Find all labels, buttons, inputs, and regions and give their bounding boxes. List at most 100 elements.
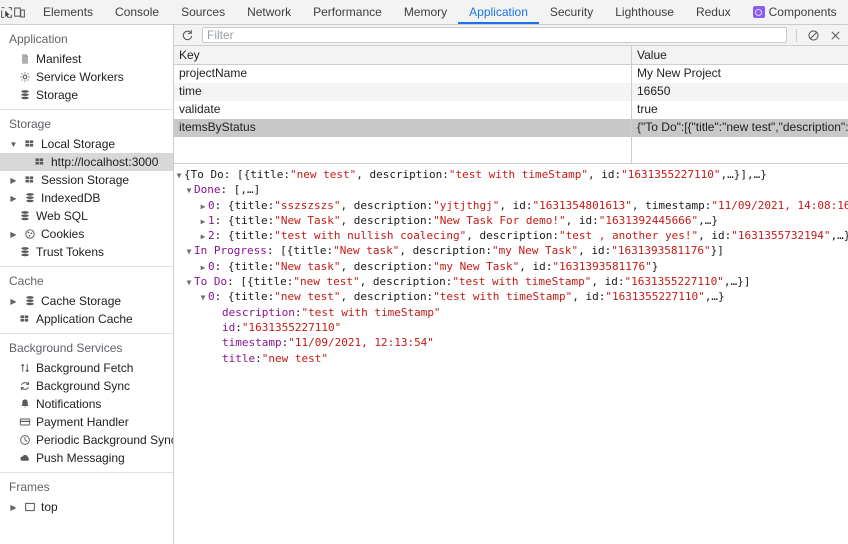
column-header-value[interactable]: Value — [632, 46, 848, 64]
json-token: "test , another yes!" — [559, 229, 699, 243]
document-icon — [18, 53, 31, 65]
sidebar-item-push-messaging[interactable]: Push Messaging — [0, 449, 173, 467]
chevron-down-icon[interactable] — [184, 244, 194, 259]
sidebar-section-background-services: Background Services Background Fetch Backg… — [0, 334, 173, 473]
sidebar-item-cookies[interactable]: ▶ Cookies — [0, 225, 173, 243]
sidebar-item-http-localhost-3000[interactable]: http://localhost:3000 — [0, 153, 173, 171]
json-tree-line[interactable]: Done: [,…] — [174, 182, 848, 197]
tab-redux[interactable]: Redux — [685, 0, 742, 24]
tab-memory[interactable]: Memory — [393, 0, 458, 24]
json-token: "sszszszs" — [274, 198, 341, 212]
chevron-down-icon[interactable] — [184, 183, 194, 198]
sidebar-item-background-sync[interactable]: Background Sync — [0, 377, 173, 395]
column-header-key[interactable]: Key — [174, 46, 632, 64]
sidebar-item-application-cache[interactable]: Application Cache — [0, 310, 173, 328]
sidebar-item-periodic-background-sync[interactable]: Periodic Background Sync — [0, 431, 173, 449]
json-token: "11/09/2021, 12:13:54" — [288, 336, 434, 350]
tab-performance[interactable]: Performance — [302, 0, 393, 24]
json-token: , timestamp: — [631, 198, 712, 212]
sidebar-item-manifest[interactable]: Manifest — [0, 50, 173, 68]
cell-value[interactable]: 16650 — [632, 83, 848, 101]
json-tree-line[interactable]: In Progress: [{title: "New task", descri… — [174, 243, 848, 258]
json-token: , id: — [565, 213, 599, 227]
tab-components[interactable]: Components — [742, 0, 848, 24]
table-row[interactable]: time 16650 — [174, 83, 848, 101]
json-token: : {title: — [214, 213, 275, 227]
chevron-down-icon[interactable]: ▼ — [9, 140, 18, 149]
inspect-element-icon[interactable] — [0, 0, 13, 24]
json-token: , id: — [591, 275, 625, 289]
chevron-right-icon[interactable]: ▶ — [9, 194, 18, 203]
sidebar-item-trust-tokens[interactable]: Trust Tokens — [0, 243, 173, 261]
sidebar-item-service-workers[interactable]: Service Workers — [0, 68, 173, 86]
json-tree-line[interactable]: id: "1631355227110" — [174, 320, 848, 335]
sidebar-item-storage[interactable]: Storage — [0, 86, 173, 104]
chevron-right-icon[interactable]: ▶ — [9, 297, 18, 306]
sidebar-item-label: Service Workers — [36, 70, 124, 84]
json-tree-line[interactable]: 1: {title: "New Task", description: "New… — [174, 213, 848, 228]
filter-input[interactable] — [207, 28, 782, 42]
chevron-right-icon[interactable] — [198, 214, 208, 229]
json-token: "new test" — [274, 290, 341, 304]
json-tree-line[interactable]: 0: {title: "New task", description: "my … — [174, 259, 848, 274]
chevron-right-icon[interactable] — [198, 229, 208, 244]
filter-box[interactable] — [202, 27, 787, 43]
storage-main-panel: Key Value projectNameMy New Projecttime1… — [174, 25, 848, 544]
tab-label: Security — [549, 5, 594, 19]
chevron-right-icon[interactable] — [198, 199, 208, 214]
json-tree-line[interactable]: To Do: [{title: "new test", description:… — [174, 274, 848, 289]
json-token: 2 — [208, 229, 215, 243]
cell-value[interactable]: {"To Do":[{"title":"new test","descripti… — [632, 119, 848, 137]
cell-key[interactable]: itemsByStatus — [174, 119, 632, 137]
table-row[interactable]: projectName My New Project — [174, 65, 848, 83]
chevron-right-icon[interactable] — [198, 260, 208, 275]
no-entry-icon[interactable] — [803, 26, 823, 45]
json-tree-line[interactable]: 0: {title: "sszszszs", description: "yjt… — [174, 198, 848, 213]
sidebar-item-session-storage[interactable]: ▶ Session Storage — [0, 171, 173, 189]
table-row[interactable]: itemsByStatus {"To Do":[{"title":"new tes… — [174, 119, 848, 137]
json-token: In Progress — [194, 244, 267, 258]
json-tree-line[interactable]: {To Do: [{title: "new test", description… — [174, 167, 848, 182]
device-toolbar-icon[interactable] — [13, 0, 26, 24]
chevron-down-icon[interactable] — [174, 168, 184, 183]
chevron-right-icon[interactable]: ▶ — [9, 176, 18, 185]
sidebar-item-local-storage[interactable]: ▼ Local Storage — [0, 135, 173, 153]
json-tree-line[interactable]: title: "new test" — [174, 351, 848, 366]
sidebar-item-top[interactable]: ▶ top — [0, 498, 173, 516]
close-x-icon[interactable] — [825, 26, 845, 45]
tab-security[interactable]: Security — [539, 0, 604, 24]
tab-sources[interactable]: Sources — [170, 0, 236, 24]
tab-lighthouse[interactable]: Lighthouse — [604, 0, 685, 24]
json-token: "my New Task" — [433, 259, 520, 273]
refresh-icon[interactable] — [177, 26, 197, 45]
json-token: ,…} — [698, 213, 718, 227]
sidebar-item-background-fetch[interactable]: Background Fetch — [0, 359, 173, 377]
tab-elements[interactable]: Elements — [32, 0, 104, 24]
tab-network[interactable]: Network — [236, 0, 302, 24]
json-tree-line[interactable]: 2: {title: "test with nullish coalecing"… — [174, 228, 848, 243]
chevron-right-icon[interactable]: ▶ — [9, 503, 18, 512]
tab-application[interactable]: Application — [458, 0, 539, 24]
json-tree-line[interactable]: timestamp: "11/09/2021, 12:13:54" — [174, 335, 848, 350]
json-token: "1631355227110" — [624, 275, 724, 289]
cell-value[interactable]: My New Project — [632, 65, 848, 83]
cell-value[interactable]: true — [632, 101, 848, 119]
sidebar-item-indexeddb[interactable]: ▶ IndexedDB — [0, 189, 173, 207]
sidebar-item-notifications[interactable]: Notifications — [0, 395, 173, 413]
cell-key[interactable]: time — [174, 83, 632, 101]
cell-key[interactable]: validate — [174, 101, 632, 119]
json-token: To Do — [194, 275, 228, 289]
sidebar-item-cache-storage[interactable]: ▶ Cache Storage — [0, 292, 173, 310]
tab-console[interactable]: Console — [104, 0, 170, 24]
sidebar-item-payment-handler[interactable]: Payment Handler — [0, 413, 173, 431]
json-tree-line[interactable]: 0: {title: "new test", description: "tes… — [174, 289, 848, 304]
database-icon — [23, 295, 36, 307]
json-token: , id: — [698, 229, 732, 243]
table-row[interactable]: validate true — [174, 101, 848, 119]
json-tree-line[interactable]: description: "test with timeStamp" — [174, 305, 848, 320]
sidebar-item-web-sql[interactable]: Web SQL — [0, 207, 173, 225]
chevron-down-icon[interactable] — [184, 275, 194, 290]
chevron-down-icon[interactable] — [198, 290, 208, 305]
chevron-right-icon[interactable]: ▶ — [9, 230, 18, 239]
cell-key[interactable]: projectName — [174, 65, 632, 83]
